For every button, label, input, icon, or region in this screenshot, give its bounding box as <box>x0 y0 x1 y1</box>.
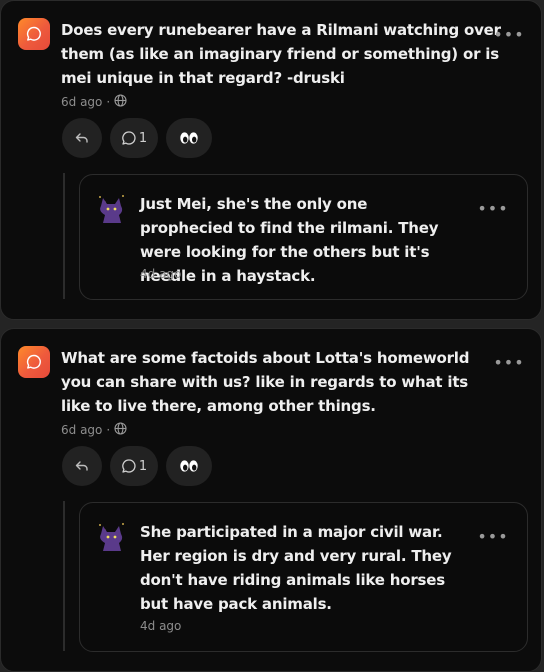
post-meta: 6d ago · <box>61 94 127 110</box>
comment-icon <box>122 459 136 473</box>
meta-separator: · <box>106 95 111 109</box>
question-text: What are some factoids about Lotta's hom… <box>61 349 470 415</box>
comment-count: 1 <box>138 130 148 146</box>
reply-timestamp: 4d ago <box>140 619 182 633</box>
reply-arrow-icon <box>75 133 88 143</box>
chat-bubble-icon <box>18 18 50 50</box>
comment-icon <box>122 131 136 145</box>
comment-count-button[interactable]: 1 <box>110 118 158 158</box>
reply-more-options-button[interactable]: ••• <box>477 201 507 217</box>
post-timestamp: 6d ago <box>61 423 103 437</box>
thread-line <box>63 501 65 651</box>
post-timestamp: 6d ago <box>61 95 103 109</box>
thread-line <box>63 173 65 299</box>
eyes-icon <box>180 460 198 472</box>
reply-timestamp: 4d ago <box>140 267 182 281</box>
comment-count: 1 <box>138 458 148 474</box>
more-options-button[interactable]: ••• <box>493 27 523 43</box>
reply-text: She participated in a major civil war. H… <box>140 523 452 613</box>
avatar-icon <box>97 193 127 223</box>
question-text: Does every runebearer have a Rilmani wat… <box>61 21 501 87</box>
question-card: What are some factoids about Lotta's hom… <box>0 328 542 672</box>
reply-card: Just Mei, she's the only one prophecied … <box>79 174 528 300</box>
avatar-icon <box>97 521 127 551</box>
reply-button[interactable] <box>62 118 102 158</box>
meta-separator: · <box>106 423 111 437</box>
more-options-button[interactable]: ••• <box>493 355 523 371</box>
reply-card: She participated in a major civil war. H… <box>79 502 528 652</box>
globe-icon <box>114 94 127 110</box>
reply-more-options-button[interactable]: ••• <box>477 529 507 545</box>
reply-button[interactable] <box>62 446 102 486</box>
reply-arrow-icon <box>75 461 88 471</box>
question-card: Does every runebearer have a Rilmani wat… <box>0 0 542 320</box>
chat-bubble-icon <box>18 346 50 378</box>
comment-count-button[interactable]: 1 <box>110 446 158 486</box>
post-meta: 6d ago · <box>61 422 127 438</box>
eyes-reaction-button[interactable] <box>166 118 212 158</box>
reply-text: Just Mei, she's the only one prophecied … <box>140 195 439 285</box>
eyes-icon <box>180 132 198 144</box>
eyes-reaction-button[interactable] <box>166 446 212 486</box>
globe-icon <box>114 422 127 438</box>
